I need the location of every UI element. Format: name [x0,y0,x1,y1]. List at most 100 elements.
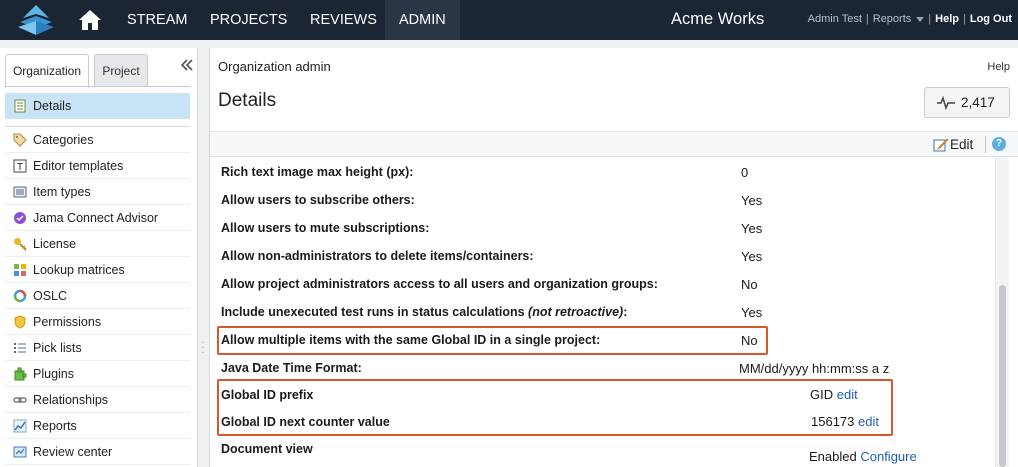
sidebar-item-label: Reports [33,419,77,433]
reports-menu-label: Reports [872,13,912,25]
property-label-with-note: Include unexecuted test runs in status c… [221,305,627,319]
property-value-with-action: GID edit [810,387,858,402]
breadcrumb: Organization admin [218,59,331,74]
tab-project[interactable]: Project [94,54,148,86]
sidebar-item-label: Details [33,99,72,113]
sidebar-item-jama-connect-advisor[interactable]: Jama Connect Advisor [5,205,190,231]
property-value-with-action: 156173 edit [811,414,879,429]
sidebar-item-categories[interactable]: Categories [5,127,190,153]
edit-button[interactable]: Edit [933,137,973,152]
user-menu[interactable]: Admin Test [808,13,862,25]
oslc-icon [13,289,27,303]
plugin-icon [14,367,27,381]
activity-count: 2,417 [961,95,995,110]
help-link[interactable]: Help [987,61,1010,73]
sidebar-item-permissions[interactable]: Permissions [5,309,190,335]
toolbar-divider [985,136,986,153]
home-icon[interactable] [78,9,102,31]
sidebar-list: Details Categories T Editor templates It… [5,93,190,465]
sidebar-item-label: Editor templates [33,159,124,173]
nav-reviews[interactable]: REVIEWS [296,0,391,40]
tag-icon [13,133,27,147]
sidebar-item-details[interactable]: Details [5,93,190,119]
property-label: Global ID prefix [221,388,314,402]
label-suffix: : [623,305,628,319]
property-label: Allow non-administrators to delete items… [221,249,534,263]
main-panel: Organization admin Help Details 2,417 Ed… [209,48,1018,467]
sidebar-item-label: Plugins [33,367,74,381]
sidebar-item-relationships[interactable]: Relationships [5,387,190,413]
tab-organization[interactable]: Organization [5,54,89,88]
details-icon [14,99,26,113]
property-label: Java Date Time Format: [221,361,362,375]
sidebar-item-license[interactable]: License [5,231,190,257]
chart-icon [13,419,27,433]
nav-admin[interactable]: ADMIN [385,0,460,40]
edit-icon [933,138,949,152]
sidebar-item-label: Review center [33,445,113,459]
sidebar-item-item-types[interactable]: Item types [5,179,190,205]
template-icon: T [13,159,27,173]
activity-counter-button[interactable]: 2,417 [924,87,1010,118]
link-icon [13,397,27,403]
page-title: Details [218,90,277,111]
sidebar-item-plugins[interactable]: Plugins [5,361,190,387]
sidebar-item-label: License [33,237,77,251]
sidebar-item-reports[interactable]: Reports [5,413,190,439]
sidebar-divider [5,119,190,127]
property-label: Allow users to mute subscriptions: [221,221,430,235]
configure-document-view-link[interactable]: Configure [860,449,916,464]
reports-menu[interactable]: Reports [873,13,925,25]
help-link[interactable]: Help [935,13,959,25]
panel-splitter-handle[interactable]: · · · [200,338,206,360]
key-icon [14,238,27,251]
edit-global-id-counter-link[interactable]: edit [858,414,879,429]
property-note: (not retroactive) [528,305,624,319]
property-value: Enabled [809,449,857,464]
property-label: Allow users to subscribe others: [221,193,415,207]
sidebar-item-lookup-matrices[interactable]: Lookup matrices [5,257,190,283]
chevron-down-icon [916,16,925,22]
sidebar-item-label: Jama Connect Advisor [33,211,159,225]
jama-logo-icon[interactable] [14,4,58,36]
sidebar-item-pick-lists[interactable]: Pick lists [5,335,190,361]
property-value: Yes [741,249,763,264]
nav-stream[interactable]: STREAM [113,0,201,40]
organization-name: Acme Works [671,10,765,28]
property-value: Yes [741,193,763,208]
matrix-icon [14,264,26,276]
sidebar-item-label: Lookup matrices [33,263,125,277]
sidebar-item-oslc[interactable]: OSLC [5,283,190,309]
sidebar-item-editor-templates[interactable]: T Editor templates [5,153,190,179]
edit-global-id-prefix-link[interactable]: edit [837,387,858,402]
item-types-icon [13,186,27,198]
nav-projects[interactable]: PROJECTS [196,0,301,40]
edit-button-label: Edit [950,137,974,152]
collapse-panel-icon[interactable] [180,58,194,72]
svg-text:T: T [17,162,23,173]
sidebar-item-label: Permissions [33,315,102,329]
review-icon [13,446,27,458]
scrollbar-thumb[interactable] [999,285,1006,467]
admin-sidebar: Organization Project Details Categories … [0,48,198,467]
property-value: GID [810,387,834,402]
property-value: 0 [741,165,749,180]
sidebar-item-label: Relationships [33,393,109,407]
logout-link[interactable]: Log Out [970,13,1012,25]
sidebar-item-label: Item types [33,185,91,199]
shield-icon [14,315,26,329]
property-label: Allow project administrators access to a… [221,277,658,291]
tab-divider [5,86,191,87]
activity-pulse-icon [937,96,955,110]
header-divider [210,131,1018,132]
sidebar-item-review-center[interactable]: Review center [5,439,190,465]
top-nav-bar: STREAM PROJECTS REVIEWS ADMIN Acme Works… [0,0,1018,40]
vertical-scrollbar[interactable] [995,158,1009,467]
property-value: 156173 [811,414,855,429]
sidebar-item-label: OSLC [33,289,68,303]
property-label: Global ID next counter value [221,415,390,429]
sidebar-item-label: Categories [33,133,94,147]
details-toolbar: Edit ? [210,133,1018,157]
property-label: Allow multiple items with the same Globa… [221,333,601,347]
help-info-icon[interactable]: ? [992,137,1006,151]
